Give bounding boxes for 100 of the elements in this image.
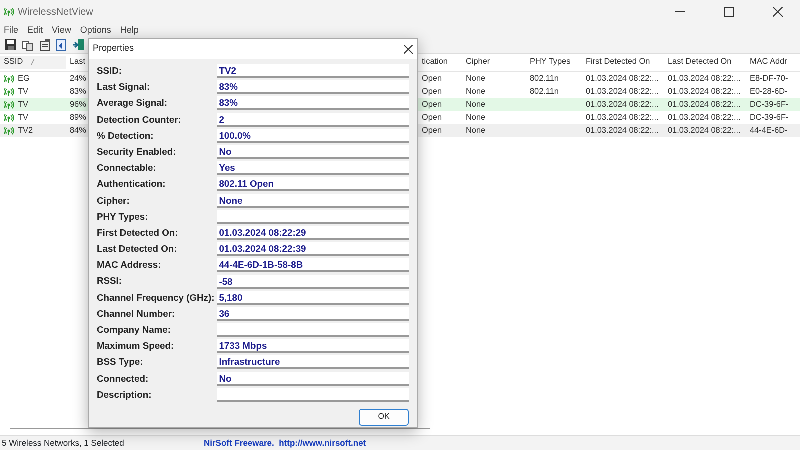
menu-item[interactable]: Options [80,24,112,36]
sort-indicator-icon [31,59,36,66]
table-cell: 96% [70,98,86,110]
field-label: Cipher: [97,194,131,208]
table-cell: Open [422,72,442,84]
table-cell: E8-DF-70- [750,72,788,84]
table-row[interactable]: Open None 01.03.2024 08:22:... 01.03.2024 08:22:... DC-39-6F- [418,111,800,124]
column-header[interactable]: tication [422,56,448,69]
table-cell: 01.03.2024 08:22:... [668,72,741,84]
table-row[interactable]: TV 96% [0,98,88,111]
document-icon[interactable] [39,38,51,50]
table-cell: 89% [70,112,86,124]
table-row[interactable]: TV 83% [0,85,88,98]
column-header[interactable]: PHY Types [530,56,571,69]
field-label: Company Name: [97,323,172,338]
value-field: 83% [217,96,409,110]
table-cell: TV [18,98,28,110]
ok-button[interactable]: OK [359,408,409,426]
credit-link[interactable]: NirSoft Freeware. http://www.nirsoft.net [200,436,366,450]
column-header[interactable]: MAC Addr [750,56,788,69]
table-cell: 01.03.2024 08:22:... [668,86,741,98]
table-cell: Open [422,112,442,124]
table-cell: 01.03.2024 08:22:... [586,112,659,124]
field-label: RSSI: [97,274,124,288]
table-cell: None [466,124,486,136]
table-row[interactable]: Open None 01.03.2024 08:22:... 01.03.2024 08:22:... DC-39-6F- [418,98,800,111]
signal-icon [4,126,14,134]
table-cell: None [466,112,486,124]
close-icon[interactable] [772,7,782,17]
menu-item[interactable]: File [4,24,19,36]
table-cell: DC-39-6F- [750,112,789,124]
copy-icon[interactable] [22,38,34,50]
field-label: Connected: [97,372,150,386]
value-field: 802.11 Open [217,177,409,192]
column-header[interactable]: Cipher [466,56,490,69]
menu-item[interactable]: Edit [28,24,44,36]
field-label: Security Enabled: [97,144,178,159]
value-field: 44-4E-6D-1B-58-8B [217,258,409,272]
signal-icon [4,114,14,122]
exit-door-icon[interactable] [73,38,85,50]
table-cell: Open [422,124,442,136]
table-row[interactable]: TV2 84% [0,124,88,137]
value-field: 1733 Mbps [217,339,409,354]
table-cell: 01.03.2024 08:22:... [586,86,659,98]
table-cell: E0-28-6D- [750,86,788,98]
signal-icon [4,74,14,82]
field-label: MAC Address: [97,258,162,272]
table-cell: 802.11n [530,86,559,98]
field-label: SSID: [97,64,124,78]
table-cell: TV [18,112,28,124]
column-header[interactable]: First Detected On [586,56,650,69]
dialog-title: Properties [93,42,134,56]
menu-item[interactable]: View [52,24,72,36]
value-field: No [217,145,409,160]
floppy-icon[interactable] [5,38,17,50]
maximize-icon[interactable] [724,7,734,17]
table-cell: Open [422,98,442,110]
table-cell: 01.03.2024 08:22:... [586,72,659,84]
field-label: Channel Number: [97,306,176,321]
app-icon [4,8,14,16]
table-cell: DC-39-6F- [750,98,789,110]
table-cell: None [466,86,486,98]
field-label: Connectable: [97,161,158,176]
field-label: Last Signal: [97,80,152,94]
signal-icon [4,100,14,108]
table-cell: 44-4E-6D- [750,124,788,136]
table-cell: 01.03.2024 08:22:... [586,124,659,136]
menu-item[interactable]: Help [120,24,139,36]
table-row[interactable]: Open None 01.03.2024 08:22:... 01.03.2024 08:22:... 44-4E-6D- [418,124,800,137]
signal-icon [4,88,14,96]
table-cell: None [466,98,486,110]
value-field: Yes [217,161,409,176]
field-label: BSS Type: [97,355,144,370]
value-field: 01.03.2024 08:22:29 [217,226,409,240]
field-label: Maximum Speed: [97,339,176,354]
column-header[interactable]: Last [70,56,86,69]
table-cell: 802.11n [530,72,559,84]
value-field: -58 [217,274,409,289]
table-cell: 01.03.2024 08:22:... [668,124,741,136]
value-field: 100.0% [217,128,409,143]
field-label: Channel Frequency (GHz): [97,290,216,305]
field-label: First Detected On: [97,226,180,240]
table-cell: TV2 [18,124,34,136]
column-header[interactable]: Last Detected On [668,56,732,69]
close-icon[interactable] [404,44,413,54]
field-label: Average Signal: [97,96,169,110]
value-field: No [217,372,409,386]
value-field: Infrastructure [217,355,409,370]
table-row[interactable]: EG 24% [0,72,88,85]
table-row[interactable]: Open None 802.11n 01.03.2024 08:22:... 01.03.2024 08:22:... E0-28-6D- [418,85,800,98]
window-title: WirelessNetView [18,6,94,20]
table-cell: Open [422,86,442,98]
status-text: 5 Wireless Networks, 1 Selected [2,438,124,448]
table-row[interactable]: Open None 802.11n 01.03.2024 08:22:... 01.03.2024 08:22:... E8-DF-70- [418,72,800,85]
table-row[interactable]: TV 89% [0,111,88,124]
value-field: 01.03.2024 08:22:39 [217,242,409,256]
table-cell: TV [18,86,28,98]
table-cell: None [466,72,486,84]
field-label: Last Detected On: [97,242,178,256]
table-cell: EG [18,72,30,84]
